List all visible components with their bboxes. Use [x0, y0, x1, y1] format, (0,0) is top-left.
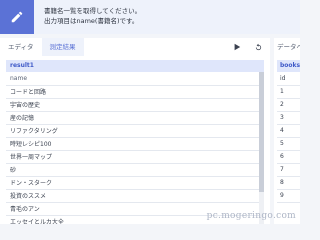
table-row: リファクタリング: [6, 124, 264, 138]
table-row: 9: [277, 189, 300, 203]
task-line-2: 出力項目はname(書籍名)です。: [44, 17, 139, 25]
table-row: 7: [277, 163, 300, 177]
table-cell: 産の記憶: [6, 111, 264, 125]
table-cell: 時短レシピ100: [6, 137, 264, 151]
tab-bar: エディタ 測定結果: [0, 38, 84, 56]
column-header-id: id: [277, 72, 300, 86]
table-cell: 8: [277, 176, 300, 190]
table-cell: コードと回路: [6, 85, 264, 99]
table-cell: ドン・スターク: [6, 176, 264, 190]
table-row: 5: [277, 137, 300, 151]
table-cell: 1: [277, 85, 300, 99]
table-name-label: books: [277, 60, 300, 72]
task-banner: 書籍名一覧を取得してください。 出力項目はname(書籍名)です。: [0, 0, 300, 34]
table-row: ドン・スターク: [6, 176, 264, 190]
database-panel: データベース books id 1 2 3 4 5 6 7 8 9: [274, 38, 300, 224]
result-table: name コードと回路 宇宙の歴史 産の記憶 リファクタリング 時短レシピ100…: [6, 72, 264, 224]
column-header-name: name: [6, 72, 264, 86]
table-row: 産の記憶: [6, 111, 264, 125]
run-icon[interactable]: [231, 41, 243, 53]
result-panel: エディタ 測定結果 result1 name コードと回路 宇宙の歴史 産の記憶…: [0, 38, 270, 224]
tab-results[interactable]: 測定結果: [41, 38, 84, 56]
table-row: 時短レシピ100: [6, 137, 264, 151]
tab-actions: [231, 41, 264, 53]
table-row: 8: [277, 176, 300, 190]
table-cell: 2: [277, 98, 300, 112]
table-cell: 5: [277, 137, 300, 151]
table-cell: リファクタリング: [6, 124, 264, 138]
table-row: 3: [277, 111, 300, 125]
task-description: 書籍名一覧を取得してください。 出力項目はname(書籍名)です。: [44, 6, 141, 26]
table-row: 2: [277, 98, 300, 112]
reset-icon[interactable]: [252, 41, 264, 53]
tab-database[interactable]: データベース: [274, 38, 300, 56]
result-scrollbar[interactable]: [259, 72, 264, 224]
table-cell: 宇宙の歴史: [6, 98, 264, 112]
watermark-text: pc.mogeringo.com: [206, 211, 296, 221]
table-cell: 3: [277, 111, 300, 125]
table-cell: 6: [277, 150, 300, 164]
pencil-icon: [0, 0, 34, 34]
result-grid: result1 name コードと回路 宇宙の歴史 産の記憶 リファクタリング …: [6, 60, 264, 224]
table-cell: 投資のススメ: [6, 189, 264, 203]
table-row: 宇宙の歴史: [6, 98, 264, 112]
table-row: 世界一周マップ: [6, 150, 264, 164]
task-line-1: 書籍名一覧を取得してください。: [44, 7, 142, 15]
table-cell: 9: [277, 189, 300, 203]
table-row: 砂: [6, 163, 264, 177]
table-row: 4: [277, 124, 300, 138]
table-row: 6: [277, 150, 300, 164]
result-set-label: result1: [6, 60, 264, 72]
table-cell: 世界一周マップ: [6, 150, 264, 164]
table-row: コードと回路: [6, 85, 264, 99]
books-table: id 1 2 3 4 5 6 7 8 9: [277, 72, 300, 203]
table-cell: 4: [277, 124, 300, 138]
table-header-row: id: [277, 72, 300, 86]
table-cell: 7: [277, 163, 300, 177]
table-row: 1: [277, 85, 300, 99]
table-header-row: name: [6, 72, 264, 86]
scrollbar-thumb[interactable]: [259, 72, 264, 192]
table-cell: 砂: [6, 163, 264, 177]
table-row: 投資のススメ: [6, 189, 264, 203]
tab-editor[interactable]: エディタ: [0, 38, 42, 56]
